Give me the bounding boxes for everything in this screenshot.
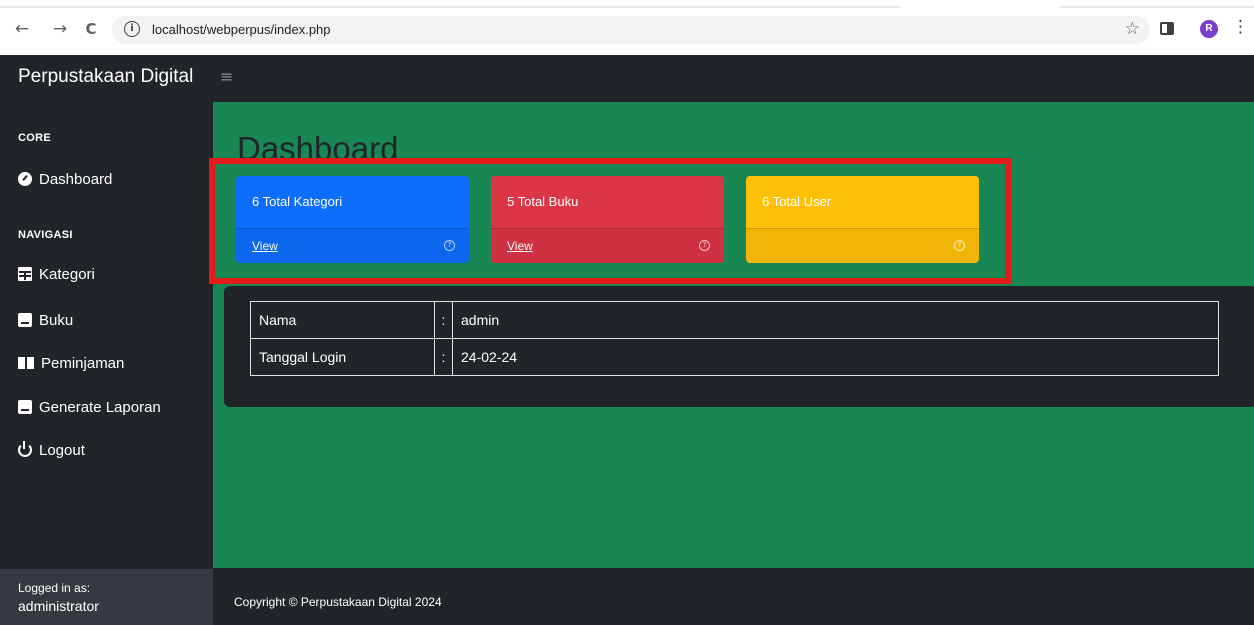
info-value: admin [452,301,1219,339]
sidebar: CORE Dashboard NAVIGASI Kategori Buku Pe… [0,102,213,625]
info-label: Nama [250,301,435,339]
sidebar-item-label: Dashboard [39,170,113,188]
info-value: 24-02-24 [452,338,1219,376]
bookmark-star-icon[interactable]: ☆ [1125,19,1140,39]
user-info-panel: Nama : admin Tanggal Login : 24-02-24 [224,286,1254,407]
logged-in-user: administrator [18,598,99,614]
info-separator: : [434,301,453,339]
sidebar-item-peminjaman[interactable]: Peminjaman [18,352,124,374]
sidebar-footer: Logged in as: administrator [0,569,213,625]
sidebar-toggle-icon[interactable]: ≡ [220,67,233,86]
sidebar-item-label: Kategori [39,265,95,283]
sidebar-item-kategori[interactable]: Kategori [18,263,95,285]
table-row: Nama : admin [250,301,1219,339]
user-info-table: Nama : admin Tanggal Login : 24-02-24 [250,301,1219,376]
sidebar-heading-core: CORE [18,132,51,144]
tab-strip [0,0,1254,10]
sidebar-item-generate-laporan[interactable]: Generate Laporan [18,396,161,418]
sidebar-item-label: Logout [39,441,85,459]
book-icon [18,313,32,327]
brand-title[interactable]: Perpustakaan Digital [18,66,193,88]
back-icon[interactable]: ← [10,17,34,41]
sidebar-item-buku[interactable]: Buku [18,309,73,331]
url-text[interactable]: localhost/webperpus/index.php [152,22,331,37]
table-row: Tanggal Login : 24-02-24 [250,338,1219,376]
highlight-box [209,158,1011,284]
profile-avatar[interactable]: R [1200,20,1218,38]
forward-icon[interactable]: → [48,17,72,41]
info-separator: : [434,338,453,376]
logged-in-label: Logged in as: [18,581,91,595]
tab-divider [0,6,900,8]
site-info-icon[interactable]: i [124,21,140,37]
sidebar-item-label: Peminjaman [41,354,125,372]
side-panel-icon[interactable] [1160,22,1174,35]
power-icon [18,441,32,457]
book-icon [18,400,32,414]
info-label: Tanggal Login [250,338,435,376]
sidebar-item-logout[interactable]: Logout [18,439,85,461]
copyright-text: Copyright © Perpustakaan Digital 2024 [234,595,442,609]
sidebar-heading-navigasi: NAVIGASI [18,229,73,241]
page-footer: Copyright © Perpustakaan Digital 2024 [213,568,1254,625]
reload-icon[interactable]: C [79,17,103,41]
browser-menu-icon[interactable]: ⋮ [1232,17,1249,37]
sidebar-item-label: Generate Laporan [39,398,161,416]
sidebar-item-label: Buku [39,311,74,329]
tachometer-icon [18,172,32,186]
book-open-icon [18,356,34,370]
table-icon [18,267,32,281]
top-navbar: Perpustakaan Digital ≡ [0,55,1254,102]
browser-toolbar: ← → C i localhost/webperpus/index.php ☆ … [0,0,1254,55]
sidebar-item-dashboard[interactable]: Dashboard [18,168,112,190]
tab-divider [1060,6,1254,8]
main-content: Dashboard 6 Total Kategori View ? 5 Tota… [209,102,1254,568]
address-bar[interactable]: i localhost/webperpus/index.php ☆ [112,16,1150,44]
